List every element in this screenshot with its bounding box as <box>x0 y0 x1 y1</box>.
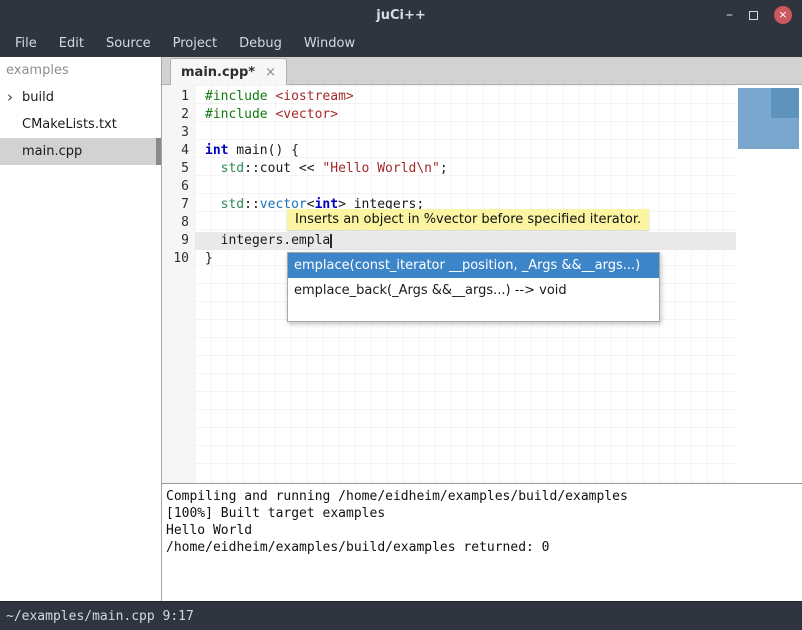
code-token: } <box>205 251 213 266</box>
sidebar-item-build[interactable]: › build <box>0 84 161 111</box>
doc-tooltip: Inserts an object in %vector before spec… <box>287 209 649 230</box>
minimize-icon[interactable]: – <box>726 8 733 22</box>
code-token: #include <box>205 107 275 122</box>
code-token <box>205 161 221 176</box>
menu-item-project[interactable]: Project <box>162 30 228 57</box>
code-token: main() { <box>228 143 298 158</box>
window-controls: – × <box>726 0 792 30</box>
code-line-2[interactable]: #include <vector> <box>195 106 736 124</box>
code-token <box>205 197 221 212</box>
line-number: 9 <box>162 232 195 250</box>
sidebar-item-cmakelists-txt[interactable]: CMakeLists.txt <box>0 111 161 138</box>
code-token: std <box>221 197 244 212</box>
close-icon[interactable]: × <box>774 6 792 24</box>
text-cursor <box>330 234 332 248</box>
code-token: int <box>205 143 228 158</box>
code-token: "Hello World\n" <box>322 161 439 176</box>
maximize-icon[interactable] <box>749 11 758 20</box>
menu-item-file[interactable]: File <box>4 30 48 57</box>
code-editor[interactable]: 12345678910 #include <iostream>#include … <box>162 85 802 483</box>
output-line: Compiling and running /home/eidheim/exam… <box>166 488 798 505</box>
file-tree-sidebar: examples › build CMakeLists.txt main.cpp <box>0 57 162 601</box>
menu-item-edit[interactable]: Edit <box>48 30 95 57</box>
menu-item-debug[interactable]: Debug <box>228 30 293 57</box>
tab-bar: main.cpp* × <box>162 57 802 85</box>
output-line: [100%] Built target examples <box>166 505 798 522</box>
status-bar: ~/examples/main.cpp 9:17 <box>0 601 802 630</box>
menu-item-window[interactable]: Window <box>293 30 366 57</box>
sidebar-scrollbar-thumb[interactable] <box>156 138 161 165</box>
line-number: 1 <box>162 88 195 106</box>
output-line: Hello World <box>166 522 798 539</box>
code-line-4[interactable]: int main() { <box>195 142 736 160</box>
code-line-9[interactable]: integers.empla <box>195 232 736 250</box>
sidebar-item-label: CMakeLists.txt <box>22 117 117 132</box>
overview-scrollbar[interactable] <box>736 85 802 483</box>
code-token: #include <box>205 89 275 104</box>
overview-scrollbar-thumb-inner <box>771 88 799 118</box>
tab-close-icon[interactable]: × <box>265 65 276 80</box>
line-number: 10 <box>162 250 195 268</box>
code-token: ::cout << <box>244 161 322 176</box>
code-token: :: <box>244 197 260 212</box>
line-number: 2 <box>162 106 195 124</box>
completion-item-1[interactable]: emplace_back(_Args &&__args...) --> void <box>288 278 659 303</box>
line-number: 7 <box>162 196 195 214</box>
menu-item-source[interactable]: Source <box>95 30 162 57</box>
code-line-3[interactable] <box>195 124 736 142</box>
project-name: examples <box>0 57 161 84</box>
overview-scrollbar-thumb[interactable] <box>738 88 799 149</box>
code-token: integers.empla <box>205 233 330 248</box>
code-line-6[interactable] <box>195 178 736 196</box>
juci-window: { "window": { "title": "juCi++" }, "icon… <box>0 0 802 630</box>
output-line: /home/eidheim/examples/build/examples re… <box>166 539 798 556</box>
line-number: 8 <box>162 214 195 232</box>
title-bar[interactable]: juCi++ – × <box>0 0 802 30</box>
code-line-5[interactable]: std::cout << "Hello World\n"; <box>195 160 736 178</box>
window-title: juCi++ <box>0 0 802 30</box>
file-tree: › build CMakeLists.txt main.cpp <box>0 84 161 165</box>
tab-label: main.cpp* <box>181 65 255 80</box>
line-number: 5 <box>162 160 195 178</box>
status-file-position: ~/examples/main.cpp 9:17 <box>6 609 194 624</box>
line-number: 6 <box>162 178 195 196</box>
completion-item-0[interactable]: emplace(const_iterator __position, _Args… <box>288 253 659 278</box>
build-output-panel[interactable]: Compiling and running /home/eidheim/exam… <box>162 483 802 601</box>
sidebar-item-label: build <box>22 90 54 105</box>
chevron-right-icon[interactable]: › <box>7 84 13 111</box>
sidebar-item-label: main.cpp <box>22 144 82 159</box>
code-token: ; <box>440 161 448 176</box>
tab-main-cpp[interactable]: main.cpp* × <box>170 58 287 85</box>
code-token: <vector> <box>275 107 338 122</box>
completion-popup[interactable]: emplace(const_iterator __position, _Args… <box>287 252 660 322</box>
code-token: <iostream> <box>275 89 353 104</box>
line-number: 4 <box>162 142 195 160</box>
line-number: 3 <box>162 124 195 142</box>
sidebar-item-main-cpp[interactable]: main.cpp <box>0 138 161 165</box>
code-token: std <box>221 161 244 176</box>
line-number-gutter: 12345678910 <box>162 85 195 483</box>
menu-bar: FileEditSourceProjectDebugWindow <box>0 30 802 57</box>
code-line-1[interactable]: #include <iostream> <box>195 88 736 106</box>
